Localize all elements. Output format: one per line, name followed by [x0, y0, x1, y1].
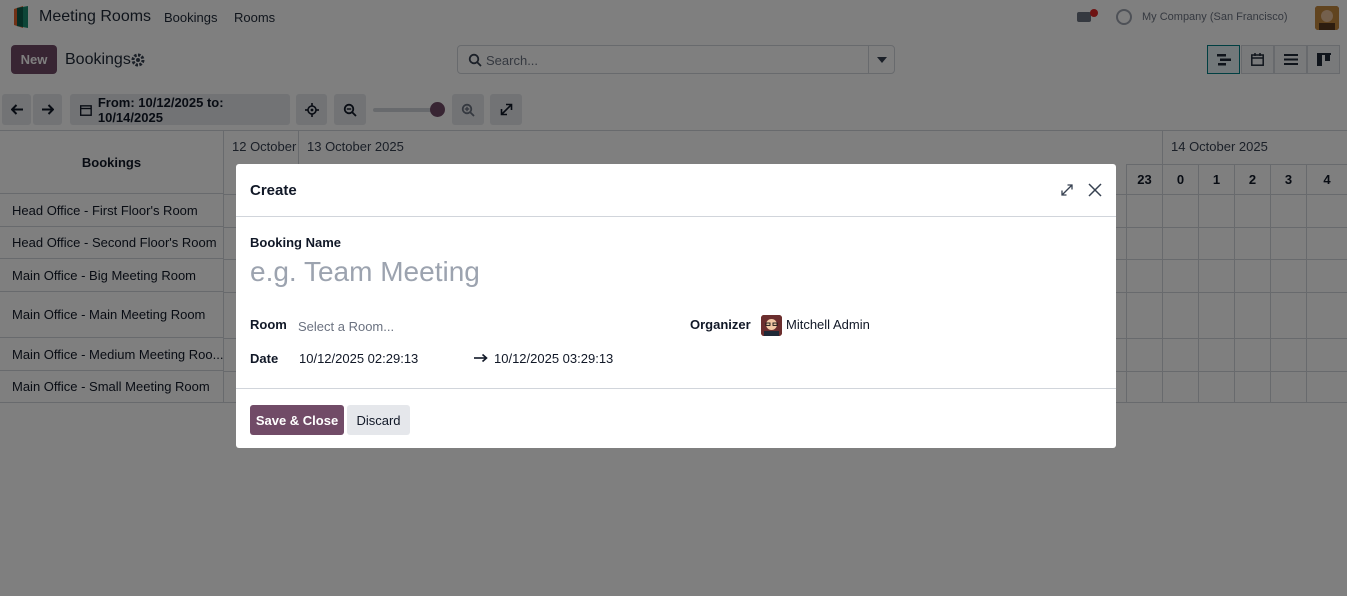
booking-name-label: Booking Name [250, 235, 342, 250]
create-booking-dialog: Create Booking Name Room Organizer Mitch… [236, 164, 1116, 448]
save-close-button[interactable]: Save & Close [250, 405, 344, 435]
expand-icon[interactable] [1059, 182, 1075, 198]
room-select-input[interactable] [298, 317, 548, 335]
date-label: Date [250, 351, 279, 366]
organizer-avatar [761, 315, 782, 336]
dialog-footer: Save & Close Discard [236, 388, 1116, 448]
organizer-name[interactable]: Mitchell Admin [786, 317, 870, 332]
close-icon[interactable] [1087, 182, 1103, 198]
room-label: Room [250, 317, 287, 332]
dialog-title: Create [250, 182, 297, 199]
long-arrow-right-icon [474, 353, 488, 363]
booking-name-input[interactable] [250, 254, 850, 290]
organizer-label: Organizer [690, 317, 751, 332]
discard-button[interactable]: Discard [347, 405, 410, 435]
date-end-field[interactable]: 10/12/2025 03:29:13 [494, 351, 613, 366]
dialog-header: Create [236, 164, 1116, 217]
date-start-field[interactable]: 10/12/2025 02:29:13 [299, 351, 418, 366]
